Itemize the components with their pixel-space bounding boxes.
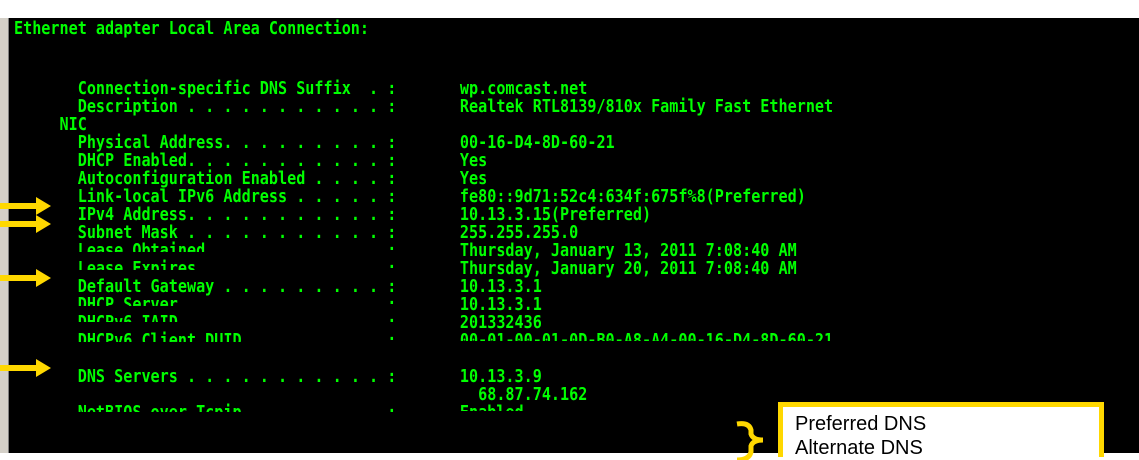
brace-icon bbox=[736, 421, 764, 460]
row-value: Enabled bbox=[450, 402, 524, 423]
row-label: DHCPv6 Client DUID. . . . . . . . : bbox=[50, 330, 397, 351]
arrow-subnet-icon bbox=[0, 215, 51, 233]
arrow-dns-icon bbox=[0, 359, 51, 377]
row-value: Realtek RTL8139/810x Family Fast Etherne… bbox=[450, 96, 834, 117]
row-netbios: NetBIOS over Tcpip. . . . . . . . : Enab… bbox=[14, 386, 524, 440]
callout-preferred: Preferred DNS bbox=[795, 413, 927, 435]
console-window: Ethernet adapter Local Area Connection: … bbox=[0, 18, 1139, 453]
callout-alternate: Alternate DNS bbox=[795, 437, 923, 459]
arrow-ipv4-icon bbox=[0, 197, 51, 215]
row-label: Description . . . . . . . . . . . : bbox=[50, 96, 397, 117]
row-label: NetBIOS over Tcpip. . . . . . . . : bbox=[50, 402, 397, 423]
scrollbar[interactable] bbox=[0, 18, 9, 453]
row-label: DNS Servers . . . . . . . . . . . : bbox=[50, 366, 397, 387]
row-value: 201332436 bbox=[450, 312, 542, 333]
row-value: 00-01-00-01-0D-B0-A8-A4-00-16-D4-8D-60-2… bbox=[450, 330, 834, 351]
arrow-gateway-icon bbox=[0, 269, 51, 287]
dns-callout: Preferred DNS Alternate DNS bbox=[778, 402, 1104, 459]
row-value: 68.87.74.162 bbox=[450, 384, 588, 405]
adapter-header: Ethernet adapter Local Area Connection: bbox=[14, 18, 370, 39]
